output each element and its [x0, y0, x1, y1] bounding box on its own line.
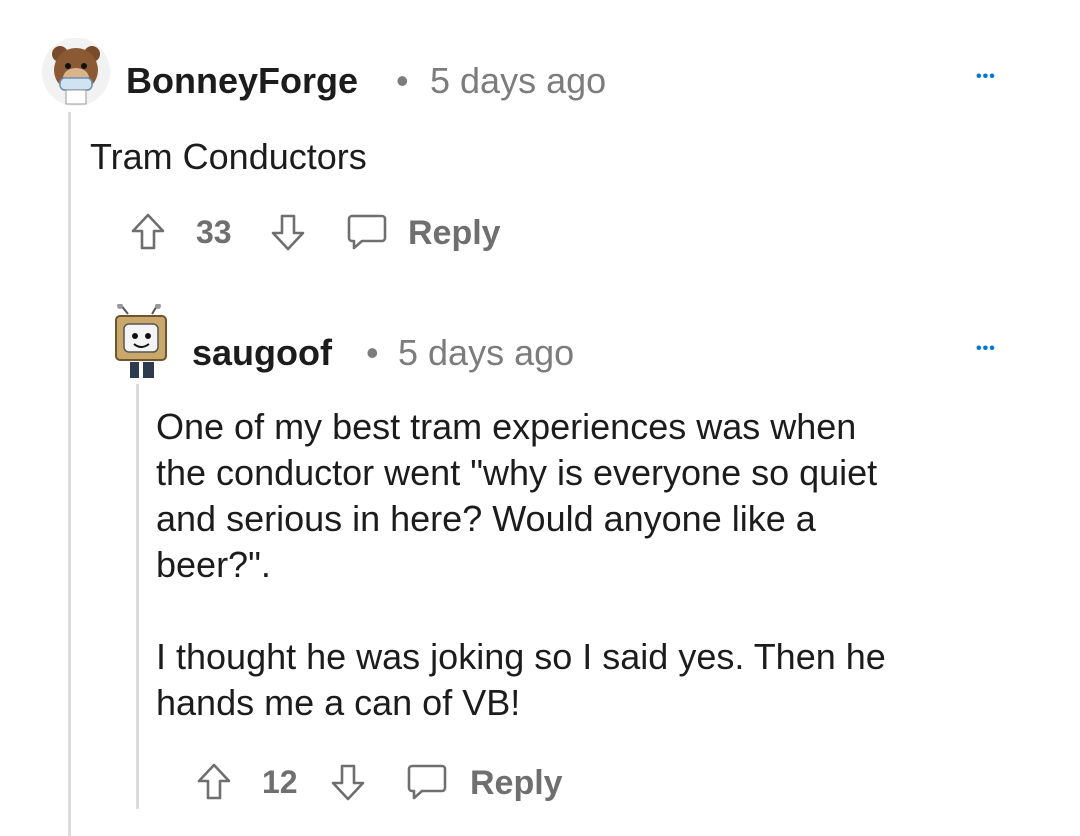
arrow-down-icon — [331, 764, 365, 801]
meta-separator: • — [396, 60, 409, 101]
comment-line: hands me a can of VB! — [156, 682, 521, 723]
comment-body: One of my best tram experiences was when… — [156, 404, 886, 726]
downvote-button[interactable] — [330, 762, 366, 802]
thread-line-parent[interactable] — [68, 112, 71, 836]
arrow-up-icon — [197, 763, 231, 800]
downvote-button[interactable] — [270, 212, 306, 252]
timestamp[interactable]: 5 days ago — [430, 60, 606, 102]
avatar[interactable] — [108, 304, 174, 380]
arrow-up-icon — [131, 213, 165, 250]
comment-line: beer?". — [156, 544, 271, 585]
meta-separator: • — [366, 332, 379, 373]
timestamp[interactable]: 5 days ago — [398, 332, 574, 374]
reply-label: Reply — [470, 764, 563, 802]
comment-line: Tram Conductors — [90, 136, 367, 177]
reply-button[interactable]: Reply — [406, 762, 566, 806]
upvote-button[interactable] — [196, 762, 232, 802]
vote-count: 12 — [262, 764, 298, 800]
comment-line: I thought he was joking so I said yes. T… — [156, 636, 886, 677]
username[interactable]: BonneyForge — [126, 60, 358, 102]
upvote-button[interactable] — [130, 212, 166, 252]
comment-line: One of my best tram experiences was when — [156, 406, 857, 447]
avatar[interactable] — [42, 38, 110, 106]
arrow-down-icon — [271, 214, 305, 251]
chat-bubble-icon — [347, 214, 387, 250]
thread-line-child[interactable] — [136, 384, 139, 809]
comment-body: Tram Conductors — [90, 134, 367, 180]
chat-bubble-icon — [407, 764, 447, 800]
username[interactable]: saugoof — [192, 332, 332, 374]
reply-button[interactable]: Reply — [346, 212, 506, 256]
bear-avatar-icon — [42, 38, 110, 106]
comment-line — [156, 588, 886, 634]
more-options-button[interactable]: ••• — [976, 68, 996, 86]
reply-label: Reply — [408, 214, 501, 252]
vote-count: 33 — [196, 214, 232, 250]
comment-line: and serious in here? Would anyone like a — [156, 498, 816, 539]
robot-avatar-icon — [115, 304, 167, 378]
comment-line: the conductor went "why is everyone so q… — [156, 452, 878, 493]
more-options-button[interactable]: ••• — [976, 340, 996, 358]
